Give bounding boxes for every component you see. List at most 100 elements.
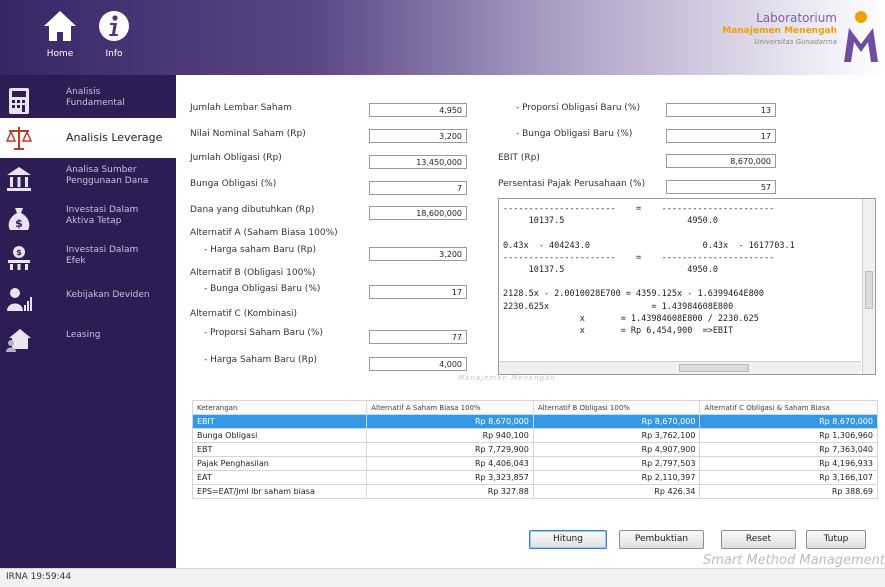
sidebar-item-label: Analisis Leverage [66,131,163,144]
lab-logo: Laboratorium Manajemen Menengah Universi… [681,6,881,68]
label-pajak-perusahaan: Persentasi Pajak Perusahaan (%) [498,179,646,189]
bunga-obligasi-input[interactable] [369,181,467,195]
status-text: IRNA 19:59:44 [6,572,72,582]
table-cell: Rp 3,762,100 [532,428,701,443]
table-cell: Rp 8,670,000 [366,414,534,429]
vertical-scrollbar[interactable] [862,199,875,374]
table-cell: Rp 327.88 [366,484,534,499]
nilai-nominal-saham-input[interactable] [369,129,467,143]
table-cell: Rp 7,729,900 [366,442,534,457]
table-cell: Rp 426.34 [532,484,701,499]
sidebar-item-analisa-sumber[interactable]: Analisa Sumber Penggunaan Dana [0,159,176,201]
sidebar-item-leasing[interactable]: Leasing [0,319,176,361]
calculator-icon [9,88,29,114]
logo-title: Laboratorium [756,11,837,25]
table-cell: Bunga Obligasi [191,428,368,443]
dana-dibutuhkan-input[interactable] [369,206,467,220]
main-panel: Jumlah Lembar Saham Nilai Nominal Saham … [176,75,885,568]
proporsi-saham-baru-c-input[interactable] [369,330,467,344]
table-header: Alternatif C Obligasi & Saham Biasa [699,400,878,415]
label-jumlah-obligasi: Jumlah Obligasi (Rp) [190,153,282,163]
table-row[interactable]: EPS=EAT/Jml lbr saham biasa Rp 327.88 Rp… [191,484,878,499]
header-bar: Home Info Laboratorium Manajemen Menenga… [0,0,885,75]
label-proporsi-obligasi-baru: - Proporsi Obligasi Baru (%) [516,103,640,113]
label-harga-saham-baru-c: - Harga Saham Baru (Rp) [204,355,318,365]
table-cell: Rp 4,196,933 [699,456,878,471]
watermark-text: Manajemen Menengah [458,374,556,382]
svg-text:$: $ [15,217,23,230]
table-cell: Rp 8,670,000 [532,414,701,429]
bank-icon [7,167,31,191]
table-cell: Rp 4,406,043 [366,456,534,471]
calculation-output[interactable]: ---------------------- = ---------------… [498,198,876,375]
table-row[interactable]: EBIT Rp 8,670,000 Rp 8,670,000 Rp 8,670,… [191,414,878,429]
table-row[interactable]: Bunga Obligasi Rp 940,100 Rp 3,762,100 R… [191,428,878,443]
sidebar-item-label: Kebijakan Deviden [66,290,150,300]
horizontal-scrollbar[interactable] [499,361,861,374]
tutup-button[interactable]: Tutup [806,530,866,549]
table-row[interactable]: EAT Rp 3,323,857 Rp 2,110,397 Rp 3,166,1… [191,470,878,485]
ebit-input[interactable] [666,154,776,168]
house-people-icon [6,329,31,352]
sidebar-item-label: Analisis Fundamental [66,87,125,108]
horizontal-scroll-thumb[interactable] [679,364,749,372]
table-cell: Rp 388.69 [699,484,878,499]
label-bunga-obligasi-baru: - Bunga Obligasi Baru (%) [516,129,633,139]
vertical-scroll-thumb[interactable] [865,271,873,309]
table-cell: Rp 4,907,900 [532,442,701,457]
label-nilai-nominal-saham: Nilai Nominal Saham (Rp) [190,129,306,139]
harga-saham-baru-c-input[interactable] [369,357,467,371]
home-label: Home [46,49,74,59]
table-cell: Pajak Penghasilan [191,456,368,471]
logo-university: Universitas Gunadarma [754,38,837,46]
bunga-obligasi-baru-input[interactable] [666,129,776,143]
info-label: Info [105,49,123,59]
proporsi-obligasi-baru-input[interactable] [666,103,776,117]
svg-text:$: $ [16,248,22,257]
label-jumlah-lembar-saham: Jumlah Lembar Saham [190,103,292,113]
logo-subtitle: Manajemen Menengah [722,26,837,36]
results-table: Keterangan Alternatif A Saham Biasa 100%… [191,400,878,499]
table-cell: EPS=EAT/Jml lbr saham biasa [191,484,368,499]
info-button[interactable]: Info [92,8,136,68]
alt-b-title: Alternatif B (Obligasi 100%) [190,268,316,278]
label-harga-saham-baru-a: - Harga saham Baru (Rp) [204,245,317,255]
pembuktian-button[interactable]: Pembuktian [619,530,704,549]
table-cell: EBT [191,442,368,457]
sidebar-item-kebijakan-deviden[interactable]: Kebijakan Deviden [0,279,176,321]
reset-button[interactable]: Reset [721,530,796,549]
sidebar-item-analisis-fundamental[interactable]: Analisis Fundamental [0,81,176,123]
sidebar-item-analisis-leverage[interactable]: Analisis Leverage [0,118,176,158]
info-icon [99,11,129,41]
bunga-obligasi-baru-b-input[interactable] [369,285,467,299]
sidebar-nav: Analisis Fundamental Analisis Leverage A… [0,75,176,568]
table-row[interactable]: Pajak Penghasilan Rp 4,406,043 Rp 2,797,… [191,456,878,471]
table-cell: EBIT [191,414,368,429]
sidebar-item-label: Investasi Dalam Aktiva Tetap [66,205,139,226]
table-header: Alternatif B Obligasi 100% [532,400,701,415]
table-cell: Rp 7,363,040 [699,442,878,457]
table-cell: Rp 940,100 [366,428,534,443]
table-header-row: Keterangan Alternatif A Saham Biasa 100%… [191,400,878,415]
sidebar-item-investasi-aktiva-tetap[interactable]: $ Investasi Dalam Aktiva Tetap [0,199,176,241]
label-bunga-obligasi: Bunga Obligasi (%) [190,179,277,189]
calculation-text: ---------------------- = ---------------… [503,204,795,337]
money-bag-icon: $ [8,208,30,230]
sidebar-item-investasi-efek[interactable]: $ Investasi Dalam Efek [0,239,176,281]
label-proporsi-saham-baru-c: - Proporsi Saham Baru (%) [204,328,323,338]
hitung-button[interactable]: Hitung [529,530,607,549]
pajak-perusahaan-input[interactable] [666,180,776,194]
home-button[interactable]: Home [38,8,82,68]
table-row[interactable]: EBT Rp 7,729,900 Rp 4,907,900 Rp 7,363,0… [191,442,878,457]
scale-icon [6,127,32,150]
jumlah-obligasi-input[interactable] [369,155,467,169]
person-chart-icon [7,288,32,311]
label-ebit: EBIT (Rp) [498,153,540,163]
harga-saham-baru-a-input[interactable] [369,247,467,261]
sidebar-item-label: Investasi Dalam Efek [66,245,139,266]
jumlah-lembar-saham-input[interactable] [369,103,467,117]
alt-c-title: Alternatif C (Kombinasi) [190,309,298,319]
logo-mark-icon [844,11,878,62]
table-cell: EAT [191,470,368,485]
alt-a-title: Alternatif A (Saham Biasa 100%) [190,228,338,238]
